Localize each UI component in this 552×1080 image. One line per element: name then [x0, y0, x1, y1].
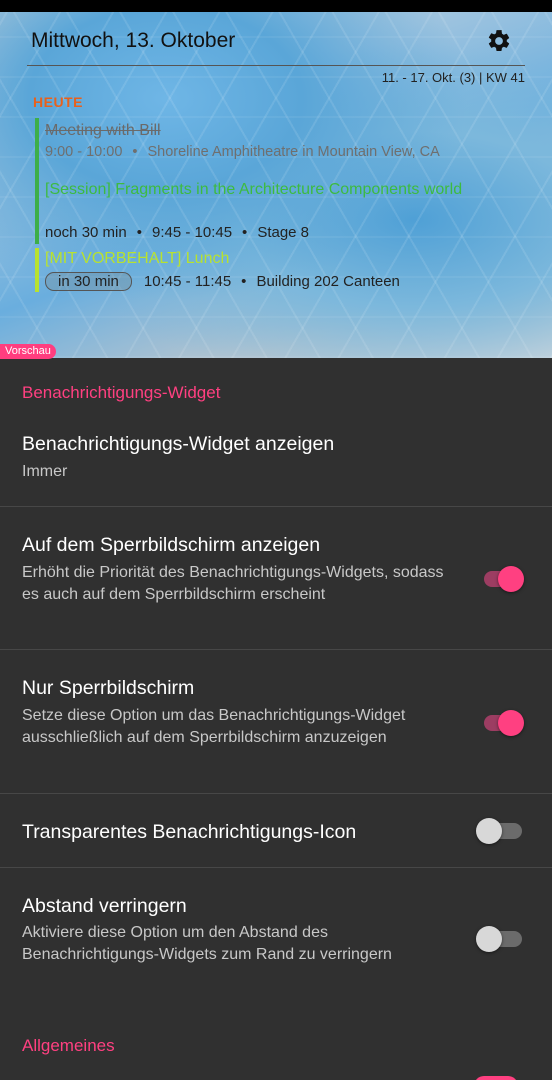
- transparent-icon-toggle[interactable]: [476, 814, 528, 848]
- separator-dot: •: [242, 224, 248, 241]
- pref-reduce-spacing[interactable]: Abstand verringern Aktiviere diese Optio…: [0, 867, 552, 1012]
- event-time: 9:00 - 10:00: [45, 144, 123, 160]
- separator-dot: •: [136, 224, 142, 241]
- pref-summary: Aktiviere diese Option um den Abstand de…: [22, 924, 392, 963]
- event-title: [Session] Fragments in the Architecture …: [45, 181, 463, 198]
- partial-toggle-thumb: [474, 1076, 518, 1080]
- separator-dot: •: [132, 144, 138, 160]
- separator-dot: •: [241, 273, 247, 290]
- preview-badge: Vorschau: [0, 344, 56, 359]
- event-location: Building 202 Canteen: [256, 273, 400, 290]
- pref-title: Transparentes Benachrichtigungs-Icon: [22, 821, 357, 843]
- pref-lockscreen-only[interactable]: Nur Sperrbildschirm Setze diese Option u…: [0, 649, 552, 793]
- week-info: 11. - 17. Okt. (3) | KW 41: [381, 70, 525, 85]
- section-header-general: Allgemeines: [22, 1036, 115, 1055]
- event-time: 10:45 - 11:45: [143, 273, 232, 290]
- pref-title: Abstand verringern: [22, 895, 187, 917]
- event-color-bar: [35, 174, 39, 244]
- widget-date-title[interactable]: Mittwoch, 13. Oktober: [31, 29, 235, 53]
- toggle-thumb: [476, 926, 502, 952]
- event-meta: 9:00 - 10:00 • Shoreline Amphitheatre in M…: [45, 144, 440, 160]
- toggle-thumb: [476, 818, 502, 844]
- widget-preview: Mittwoch, 13. Oktober 11. - 17. Okt. (3)…: [0, 12, 552, 358]
- today-label: HEUTE: [33, 94, 83, 110]
- event-meta: in 30 min 10:45 - 11:45 • Building 202 Cant…: [45, 272, 400, 291]
- widget-divider: [27, 65, 525, 66]
- pref-summary: Immer: [22, 463, 68, 480]
- event-meta: noch 30 min • 9:45 - 10:45 • Stage 8: [45, 224, 309, 241]
- toggle-thumb: [498, 710, 524, 736]
- pref-transparent-icon[interactable]: Transparentes Benachrichtigungs-Icon: [0, 793, 552, 867]
- pref-title: Benachrichtigungs-Widget anzeigen: [22, 433, 335, 455]
- event-color-bar: [35, 248, 39, 292]
- pref-title: Auf dem Sperrbildschirm anzeigen: [22, 534, 321, 556]
- pref-summary: Setze diese Option um das Benachrichtigu…: [22, 707, 406, 746]
- event-color-bar: [35, 118, 39, 174]
- event-title: Meeting with Bill: [45, 122, 161, 139]
- pref-lockscreen[interactable]: Auf dem Sperrbildschirm anzeigen Erhöht …: [0, 506, 552, 649]
- pref-show-widget[interactable]: Benachrichtigungs-Widget anzeigen Immer: [0, 418, 552, 506]
- event-location: Shoreline Amphitheatre in Mountain View,…: [147, 144, 440, 160]
- gear-icon[interactable]: [486, 28, 512, 54]
- event-time: 9:45 - 10:45: [151, 224, 233, 241]
- event-location: Stage 8: [257, 224, 310, 241]
- pref-title: Nur Sperrbildschirm: [22, 677, 195, 699]
- lockscreen-only-toggle[interactable]: [484, 706, 526, 740]
- event-title: [MIT VORBEHALT] Lunch: [45, 250, 230, 267]
- status-bar: [0, 0, 552, 12]
- notification-widget[interactable]: Mittwoch, 13. Oktober 11. - 17. Okt. (3)…: [0, 12, 552, 358]
- section-header-widget: Benachrichtigungs-Widget: [22, 383, 221, 402]
- toggle-thumb: [498, 566, 524, 592]
- lockscreen-toggle[interactable]: [484, 562, 526, 596]
- event-relative-time: noch 30 min: [45, 224, 127, 241]
- reduce-spacing-toggle[interactable]: [476, 922, 528, 956]
- event-relative-time-badge: in 30 min: [45, 272, 132, 291]
- pref-summary: Erhöht die Priorität des Benachrichtigun…: [22, 564, 444, 603]
